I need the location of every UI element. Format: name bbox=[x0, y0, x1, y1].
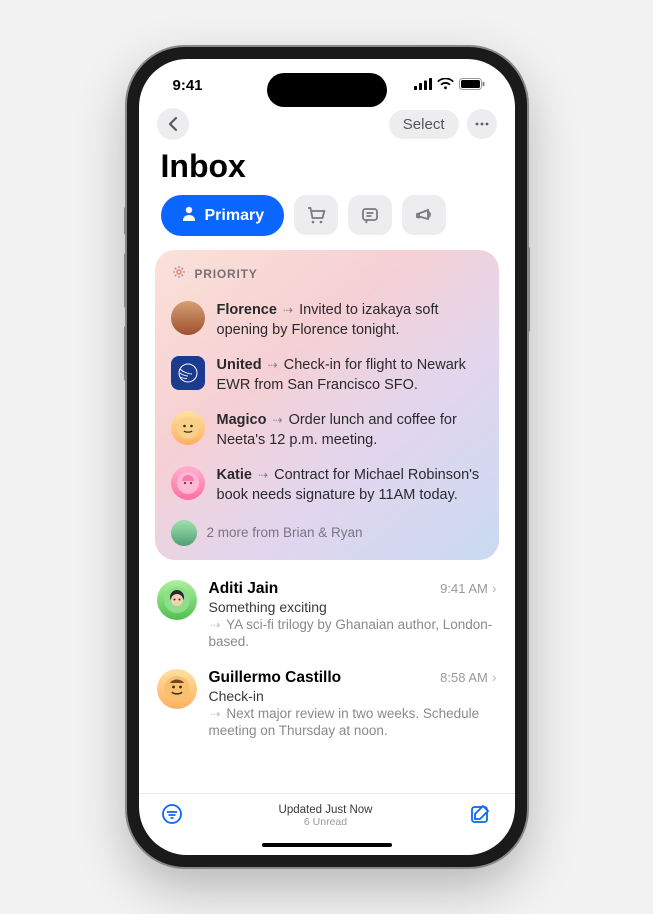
message-item[interactable]: Aditi Jain 9:41 AM › Something exciting … bbox=[157, 572, 497, 661]
tab-primary[interactable]: Primary bbox=[161, 195, 285, 236]
message-list: Aditi Jain 9:41 AM › Something exciting … bbox=[139, 572, 515, 793]
avatar bbox=[171, 301, 205, 335]
priority-more-text: 2 more from Brian & Ryan bbox=[207, 525, 363, 540]
priority-header: PRIORITY bbox=[171, 264, 483, 283]
priority-item[interactable]: Florence ⇢ Invited to izakaya soft openi… bbox=[171, 293, 483, 348]
wifi-icon bbox=[437, 77, 454, 94]
message-time: 9:41 AM bbox=[440, 581, 488, 596]
priority-item[interactable]: Katie ⇢ Contract for Michael Robinson's … bbox=[171, 458, 483, 513]
message-item[interactable]: Guillermo Castillo 8:58 AM › Check-in ⇢ … bbox=[157, 661, 497, 750]
avatar bbox=[157, 580, 197, 620]
screen: 9:41 Select Inbox bbox=[139, 59, 515, 855]
avatar bbox=[171, 411, 205, 445]
tab-promotions[interactable] bbox=[402, 195, 446, 235]
avatar bbox=[171, 356, 205, 390]
avatar-stack bbox=[171, 520, 197, 546]
priority-item[interactable]: United ⇢ Check-in for flight to Newark E… bbox=[171, 348, 483, 403]
priority-sender: Katie bbox=[217, 467, 252, 483]
priority-more[interactable]: 2 more from Brian & Ryan bbox=[171, 514, 483, 546]
chevron-right-icon: › bbox=[492, 669, 497, 685]
summary-arrow-icon: ⇢ bbox=[211, 707, 221, 723]
summary-arrow-icon: ⇢ bbox=[268, 357, 278, 373]
summary-arrow-icon: ⇢ bbox=[283, 302, 293, 318]
priority-item[interactable]: Magico ⇢ Order lunch and coffee for Neet… bbox=[171, 403, 483, 458]
home-indicator[interactable] bbox=[262, 843, 392, 848]
message-sender: Aditi Jain bbox=[209, 580, 441, 598]
message-subject: Check-in bbox=[209, 688, 497, 704]
priority-card[interactable]: PRIORITY Florence ⇢ Invited to izakaya s… bbox=[155, 250, 499, 560]
person-icon bbox=[181, 205, 197, 226]
back-button[interactable] bbox=[157, 108, 189, 140]
select-button[interactable]: Select bbox=[389, 110, 459, 139]
more-button[interactable] bbox=[467, 109, 497, 139]
cellular-icon bbox=[414, 77, 432, 94]
priority-sender: Magico bbox=[217, 412, 267, 428]
avatar bbox=[171, 466, 205, 500]
priority-sender: Florence bbox=[217, 302, 277, 318]
filter-button[interactable] bbox=[161, 803, 183, 830]
tab-updates[interactable] bbox=[348, 195, 392, 235]
tab-primary-label: Primary bbox=[205, 207, 265, 225]
sparkle-icon bbox=[171, 264, 187, 283]
chevron-right-icon: › bbox=[492, 580, 497, 596]
avatar bbox=[157, 669, 197, 709]
compose-button[interactable] bbox=[469, 802, 493, 831]
battery-icon bbox=[459, 77, 485, 94]
message-preview: YA sci-fi trilogy by Ghanaian author, Lo… bbox=[209, 617, 493, 650]
dynamic-island bbox=[267, 73, 387, 107]
message-subject: Something exciting bbox=[209, 599, 497, 615]
sync-status: Updated Just Now bbox=[183, 804, 469, 816]
message-preview: Next major review in two weeks. Schedule… bbox=[209, 706, 480, 739]
summary-arrow-icon: ⇢ bbox=[211, 618, 221, 634]
unread-count: 6 Unread bbox=[183, 816, 469, 828]
page-title: Inbox bbox=[139, 146, 515, 195]
message-time: 8:58 AM bbox=[440, 670, 488, 685]
tab-transactions[interactable] bbox=[294, 195, 338, 235]
priority-header-label: PRIORITY bbox=[195, 267, 258, 281]
priority-sender: United bbox=[217, 357, 262, 373]
category-tabs: Primary bbox=[139, 195, 515, 250]
priority-summary: Contract for Michael Robinson's book nee… bbox=[217, 467, 480, 503]
summary-arrow-icon: ⇢ bbox=[258, 467, 268, 483]
bottom-toolbar: Updated Just Now 6 Unread bbox=[139, 793, 515, 837]
phone-frame: 9:41 Select Inbox bbox=[127, 47, 527, 867]
message-sender: Guillermo Castillo bbox=[209, 669, 441, 687]
status-time: 9:41 bbox=[173, 77, 203, 94]
summary-arrow-icon: ⇢ bbox=[272, 412, 282, 428]
